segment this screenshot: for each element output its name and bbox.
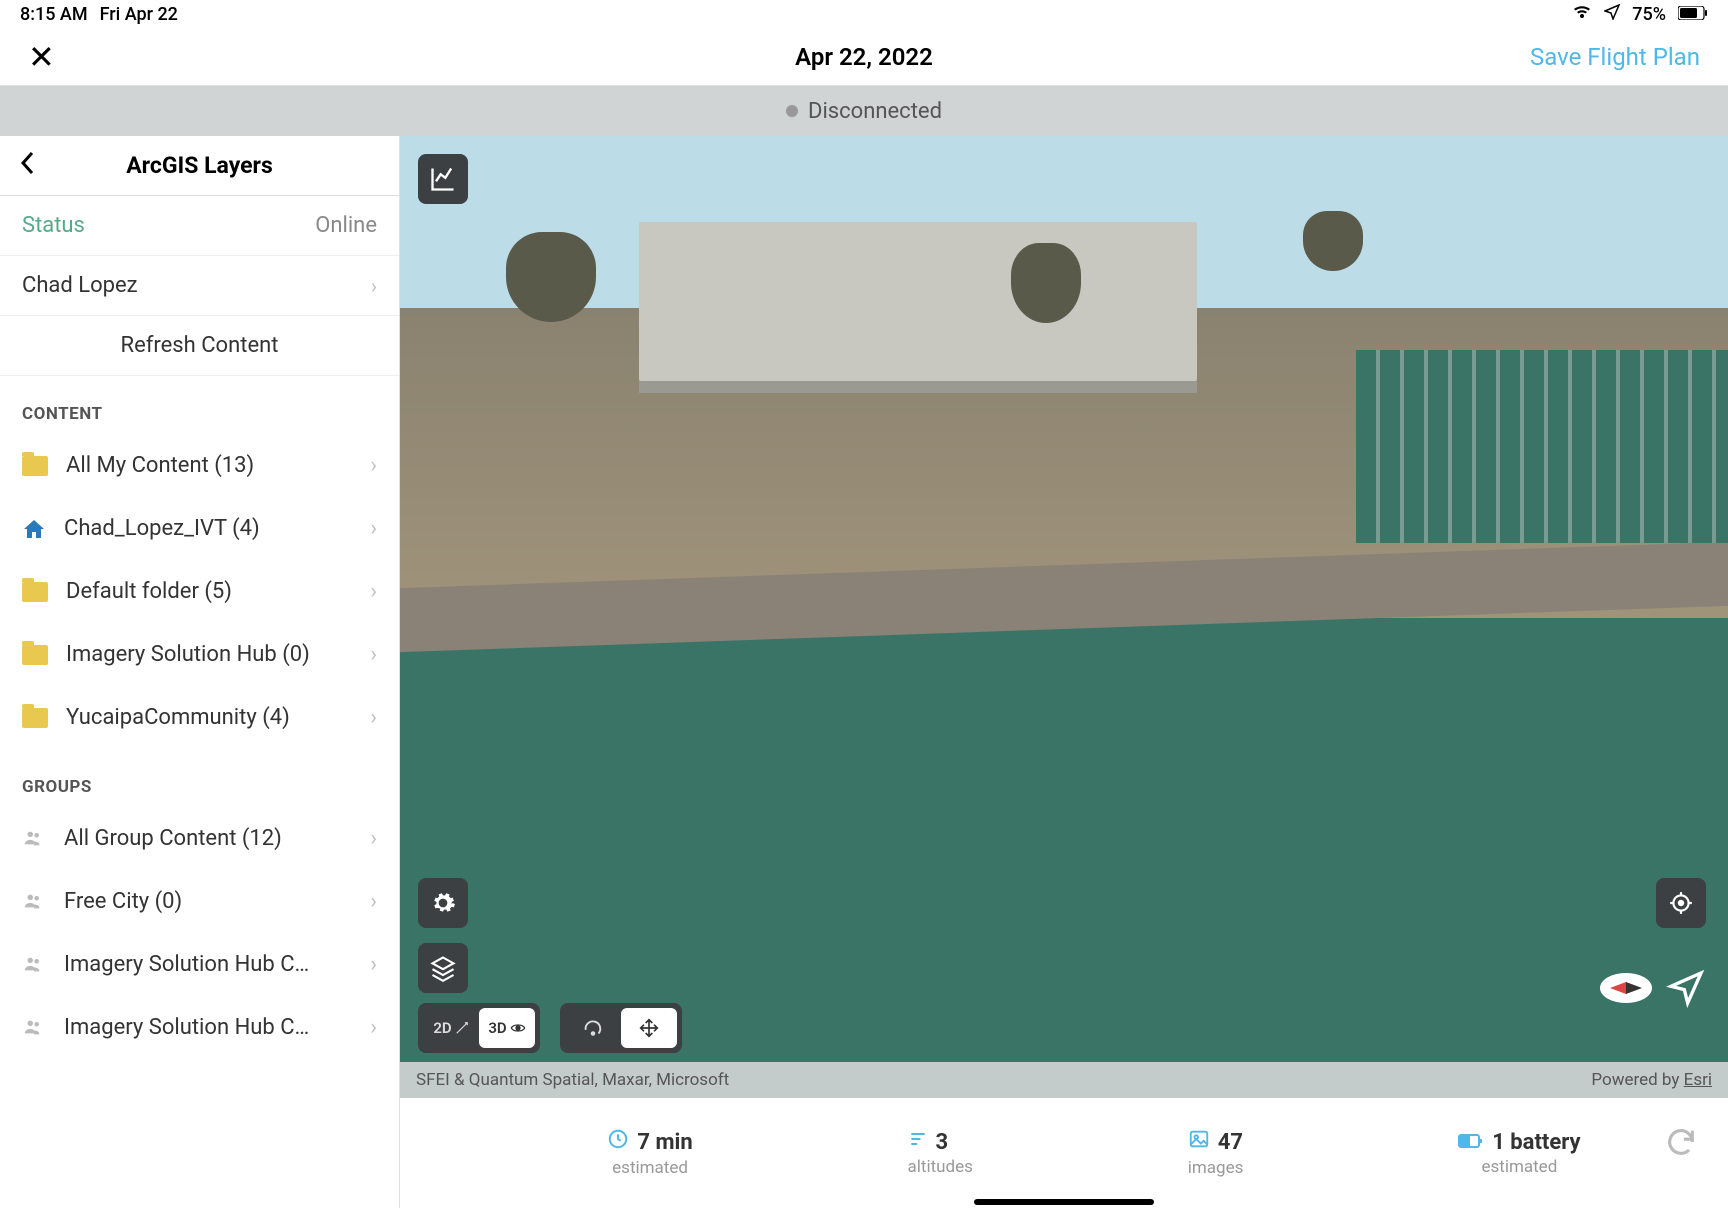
- battery-icon: [1678, 4, 1708, 25]
- content-item-imagery-solution-hub[interactable]: Imagery Solution Hub (0) ›: [0, 623, 399, 686]
- battery-icon: [1458, 1130, 1484, 1155]
- chevron-right-icon: ›: [370, 826, 377, 851]
- chevron-right-icon: ›: [370, 453, 377, 478]
- layers-button[interactable]: [418, 943, 468, 993]
- stat-altitudes: 3 altitudes: [908, 1129, 973, 1177]
- user-name: Chad Lopez: [22, 273, 359, 298]
- group-icon: [22, 1016, 46, 1040]
- content-item-all-my-content[interactable]: All My Content (13) ›: [0, 434, 399, 497]
- back-button[interactable]: [20, 149, 36, 182]
- group-icon: [22, 953, 46, 977]
- ios-status-bar: 8:15 AM Fri Apr 22 75%: [0, 0, 1728, 28]
- group-icon: [22, 827, 46, 851]
- nav-bar: ✕ Apr 22, 2022 Save Flight Plan: [0, 28, 1728, 86]
- stat-time: 7 min estimated: [607, 1128, 692, 1178]
- mode-2d-button[interactable]: 2D: [423, 1008, 479, 1048]
- attribution-right: Powered by Esri: [1591, 1070, 1712, 1090]
- page-title: Apr 22, 2022: [795, 43, 933, 71]
- battery-percent: 75%: [1632, 4, 1666, 25]
- home-indicator: [974, 1199, 1154, 1205]
- map-view[interactable]: 2D 3D SFEI & Quantum S: [400, 136, 1728, 1208]
- status-time: 8:15 AM: [20, 4, 88, 25]
- locate-button[interactable]: [1656, 878, 1706, 928]
- refresh-content-button[interactable]: Refresh Content: [0, 316, 399, 376]
- close-button[interactable]: ✕: [28, 38, 55, 76]
- content-item-yucaipa[interactable]: YucaipaCommunity (4) ›: [0, 686, 399, 749]
- altitude-icon: [908, 1129, 928, 1155]
- folder-icon: [22, 456, 48, 476]
- orbit-button[interactable]: [565, 1008, 621, 1048]
- north-arrow-icon[interactable]: [1666, 968, 1706, 1008]
- refresh-stats-button[interactable]: [1664, 1125, 1698, 1168]
- stat-battery: 1 battery estimated: [1458, 1130, 1580, 1177]
- status-row[interactable]: Status Online: [0, 196, 399, 256]
- save-flight-plan-button[interactable]: Save Flight Plan: [1530, 43, 1700, 71]
- compass: [1600, 968, 1706, 1008]
- camera-mode-toggle: [560, 1003, 682, 1053]
- attribution-left: SFEI & Quantum Spatial, Maxar, Microsoft: [416, 1070, 729, 1090]
- group-item-imagery-hub-2[interactable]: Imagery Solution Hub C… ›: [0, 996, 399, 1059]
- sidebar-title: ArcGIS Layers: [60, 152, 339, 179]
- connection-bar: Disconnected: [0, 86, 1728, 136]
- chevron-right-icon: ›: [370, 579, 377, 604]
- user-row[interactable]: Chad Lopez ›: [0, 256, 399, 316]
- status-value: Online: [315, 213, 377, 238]
- esri-link[interactable]: Esri: [1684, 1070, 1712, 1090]
- chevron-right-icon: ›: [370, 889, 377, 914]
- chevron-right-icon: ›: [370, 952, 377, 977]
- chevron-right-icon: ›: [370, 516, 377, 541]
- stats-bar: 7 min estimated 3 altitudes 47 images 1 …: [400, 1098, 1728, 1208]
- folder-icon: [22, 645, 48, 665]
- settings-button[interactable]: [418, 878, 468, 928]
- chevron-right-icon: ›: [370, 1015, 377, 1040]
- chevron-right-icon: ›: [370, 705, 377, 730]
- status-date: Fri Apr 22: [100, 4, 178, 25]
- connection-dot-icon: [786, 105, 798, 117]
- status-label: Status: [22, 213, 315, 238]
- folder-icon: [22, 708, 48, 728]
- compass-rose-icon[interactable]: [1600, 973, 1652, 1003]
- image-icon: [1188, 1128, 1210, 1156]
- stat-images: 47 images: [1188, 1128, 1244, 1178]
- location-icon: [1604, 4, 1620, 25]
- groups-section-header: GROUPS: [0, 749, 399, 807]
- group-icon: [22, 890, 46, 914]
- mode-3d-button[interactable]: 3D: [479, 1008, 535, 1048]
- home-icon: [22, 517, 46, 541]
- view-mode-toggle: 2D 3D: [418, 1003, 540, 1053]
- content-section-header: CONTENT: [0, 376, 399, 434]
- content-item-default-folder[interactable]: Default folder (5) ›: [0, 560, 399, 623]
- attribution-bar: SFEI & Quantum Spatial, Maxar, Microsoft…: [400, 1062, 1728, 1098]
- content-item-user-folder[interactable]: Chad_Lopez_IVT (4) ›: [0, 497, 399, 560]
- group-item-imagery-hub-1[interactable]: Imagery Solution Hub C… ›: [0, 933, 399, 996]
- chevron-right-icon: ›: [371, 274, 377, 298]
- wifi-icon: [1572, 4, 1592, 25]
- clock-icon: [607, 1128, 629, 1156]
- chevron-right-icon: ›: [370, 642, 377, 667]
- connection-label: Disconnected: [808, 99, 942, 124]
- sidebar: ArcGIS Layers Status Online Chad Lopez ›…: [0, 136, 400, 1208]
- chart-button[interactable]: [418, 154, 468, 204]
- pan-button[interactable]: [621, 1008, 677, 1048]
- group-item-free-city[interactable]: Free City (0) ›: [0, 870, 399, 933]
- folder-icon: [22, 582, 48, 602]
- group-item-all-group-content[interactable]: All Group Content (12) ›: [0, 807, 399, 870]
